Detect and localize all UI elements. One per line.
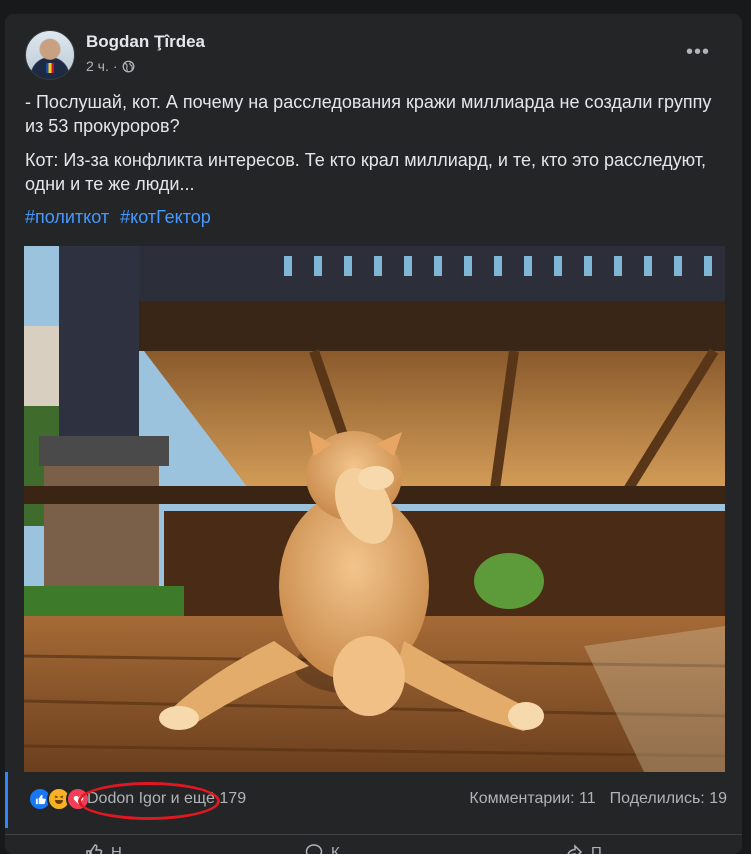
comment-button[interactable]: К (305, 843, 340, 854)
red-highlight-circle (78, 782, 220, 820)
hashtags: #политкот #котГектор (25, 207, 217, 228)
thumbs-up-icon (85, 843, 103, 854)
hashtag-link[interactable]: #котГектор (120, 207, 211, 227)
more-options-button[interactable]: ••• (680, 34, 716, 70)
comment-icon (305, 843, 323, 854)
post-card: Bogdan Ţîrdea 2 ч. · ••• - Послушай, кот… (5, 14, 742, 854)
post-stats: Комментарии: 11 Поделились: 19 (469, 790, 727, 808)
flag-pin (46, 63, 54, 73)
post-time[interactable]: 2 ч. (86, 58, 109, 74)
shares-count[interactable]: Поделились: 19 (610, 790, 727, 808)
post-paragraph-2: Кот: Из-за конфликта интересов. Те кто к… (25, 148, 718, 196)
post-paragraph-1: - Послушай, кот. А почему на расследован… (25, 90, 718, 138)
post-text: - Послушай, кот. А почему на расследован… (25, 90, 718, 206)
share-button[interactable]: П (565, 843, 602, 854)
share-button-label: П (591, 844, 602, 854)
globe-icon[interactable] (122, 60, 135, 73)
author-name[interactable]: Bogdan Ţîrdea (86, 32, 205, 52)
post-photo[interactable] (24, 246, 725, 772)
hashtag-link[interactable]: #политкот (25, 207, 109, 227)
like-button-label: Н (111, 844, 122, 854)
post-header: Bogdan Ţîrdea 2 ч. · ••• (25, 28, 722, 80)
comment-button-label: К (331, 844, 340, 854)
avatar[interactable] (25, 30, 75, 80)
cat-photo-illustration (24, 246, 725, 772)
action-bar: Н К П (5, 834, 742, 854)
meta-separator: · (113, 58, 118, 74)
like-button[interactable]: Н (85, 843, 122, 854)
share-icon (565, 843, 583, 854)
post-meta: 2 ч. · (86, 58, 135, 74)
post-footer: Dodon Igor и ещё 179 Комментарии: 11 Под… (5, 772, 742, 828)
comments-count[interactable]: Комментарии: 11 (469, 790, 595, 808)
